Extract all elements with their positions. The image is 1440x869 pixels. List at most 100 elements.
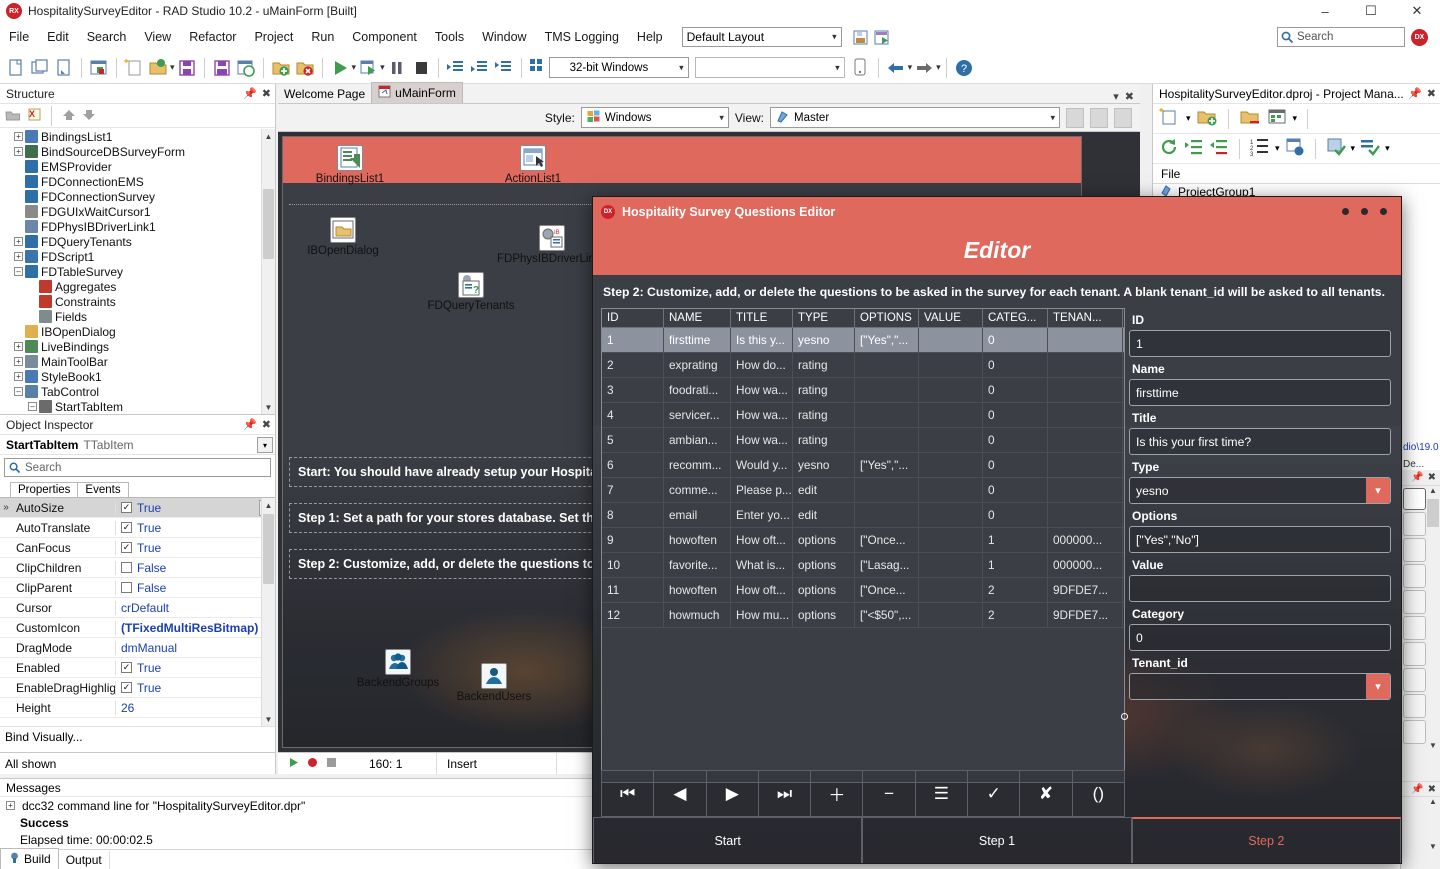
grid-cell[interactable]: 6 [602, 453, 664, 477]
grid-cell[interactable]: howoften [664, 578, 731, 602]
tab-umainform[interactable]: uMainForm [371, 82, 463, 103]
refresh-record-button[interactable]: () [1072, 771, 1124, 816]
open-file-icon[interactable] [147, 57, 169, 79]
platform-selector[interactable]: 32-bit Windows ▾ [548, 57, 689, 78]
grid-row[interactable]: 6 recomm... Would y... yesno ["Yes","... 0 [602, 453, 1124, 478]
grid-cell[interactable]: How oft... [731, 528, 793, 552]
grid-cell[interactable] [919, 378, 983, 402]
grid-column-header[interactable]: ID [602, 309, 664, 327]
grid-cell[interactable] [1048, 503, 1123, 527]
grid-cell[interactable] [1048, 378, 1123, 402]
view-options-icon[interactable] [1285, 137, 1305, 160]
grid-column-header[interactable]: CATEG... [983, 309, 1048, 327]
chevron-down-icon[interactable]: ▾ [936, 62, 941, 73]
delete-record-button[interactable]: − [863, 771, 916, 816]
grid-cell[interactable]: 4 [602, 403, 664, 427]
grid-row[interactable]: 12 howmuch How mu... options ["<$50",... 2 9DF… [602, 603, 1124, 628]
grid-cell[interactable]: edit [793, 503, 855, 527]
close-icon[interactable]: ✖ [1427, 87, 1436, 100]
add-project-icon[interactable] [1196, 107, 1218, 130]
grid-row[interactable]: 7 comme... Please p... edit 0 [602, 478, 1124, 503]
run-to-cursor-icon[interactable] [493, 57, 515, 79]
expander-icon[interactable]: – [14, 267, 23, 276]
move-up-icon[interactable] [61, 107, 77, 125]
maximize-button[interactable]: ☐ [1348, 0, 1394, 22]
minimize-button[interactable]: – [1302, 0, 1348, 22]
grid-column-header[interactable]: TENAN... [1048, 309, 1123, 327]
grid-cell[interactable]: 0 [983, 328, 1048, 352]
checkbox-icon[interactable]: ✓ [121, 502, 132, 513]
grid-column-header[interactable]: TITLE [731, 309, 793, 327]
open-project-icon[interactable] [88, 57, 110, 79]
dialog-tab-start[interactable]: Start [593, 817, 863, 863]
inspector-property-value[interactable]: ✓True▾ [116, 499, 275, 516]
grid-row[interactable]: 11 howoften How oft... options ["Once... 2 9DF… [602, 578, 1124, 603]
device-preview-icon[interactable] [850, 57, 872, 79]
grid-cell[interactable] [919, 528, 983, 552]
run-without-debugging-icon[interactable] [357, 57, 379, 79]
structure-tree-node[interactable]: FDGUIxWaitCursor1 [0, 204, 261, 219]
form-field-value-input[interactable] [1129, 575, 1391, 602]
remove-project-icon[interactable] [1239, 107, 1261, 130]
grid-cell[interactable]: 0 [983, 353, 1048, 377]
grid-cell[interactable]: 2 [602, 353, 664, 377]
grid-cell[interactable]: options [793, 578, 855, 602]
inspector-property-value[interactable]: crDefault [116, 601, 275, 615]
structure-tree-node[interactable]: + FDQueryTenants [0, 234, 261, 249]
checkbox-icon[interactable]: ✓ [121, 662, 132, 673]
edit-record-button[interactable]: ☰ [915, 771, 969, 816]
menu-item-refactor[interactable]: Refactor [180, 27, 245, 47]
chevron-down-icon[interactable]: ▾ [1293, 113, 1298, 124]
menu-item-search[interactable]: Search [78, 27, 136, 47]
inspector-property-value[interactable]: ✓ True [116, 541, 275, 555]
tab-list-icon[interactable]: ▾ [1113, 90, 1119, 103]
scroll-up-icon[interactable]: ▲ [1426, 797, 1440, 810]
stop-small-icon[interactable] [326, 757, 337, 771]
structure-tree-node[interactable]: – TabControl [0, 384, 261, 399]
add-to-project-icon[interactable] [270, 57, 292, 79]
chevron-down-icon[interactable]: ▾ [1385, 143, 1390, 154]
grid-cell[interactable]: ["Yes","... [855, 328, 919, 352]
questions-grid[interactable]: ID NAME TITLE TYPE OPTIONS VALUE CATEG... TENAN… [601, 308, 1125, 783]
move-down-icon[interactable] [81, 107, 97, 125]
grid-cell[interactable]: ["Lasag... [855, 553, 919, 577]
grid-cell[interactable] [919, 428, 983, 452]
grid-cell[interactable]: 0 [983, 428, 1048, 452]
form-field-id-input[interactable]: 1 [1129, 330, 1391, 357]
new-project-icon[interactable] [1159, 107, 1181, 130]
grid-cell[interactable] [919, 328, 983, 352]
grid-cell[interactable]: 1 [983, 528, 1048, 552]
grid-cell[interactable]: edit [793, 478, 855, 502]
menu-item-window[interactable]: Window [473, 27, 535, 47]
first-record-button[interactable]: ⏮ [602, 771, 655, 816]
grid-cell[interactable]: 000000... [1048, 528, 1123, 552]
inspector-property-value[interactable]: False [116, 561, 275, 575]
view-selector[interactable]: Master ▾ [770, 107, 1060, 128]
pin-icon[interactable]: 📌 [243, 418, 257, 431]
grid-cell[interactable]: How wa... [731, 378, 793, 402]
grid-cell[interactable] [1048, 478, 1123, 502]
grid-cell[interactable]: 9DFDE7... [1048, 578, 1123, 602]
grid-row[interactable]: 3 foodrati... How wa... rating 0 [602, 378, 1124, 403]
grid-cell[interactable]: firsttime [664, 328, 731, 352]
delete-node-icon[interactable] [4, 107, 21, 125]
scrollbar-thumb[interactable] [263, 189, 274, 259]
layout-selector[interactable]: Default Layout ▾ [681, 27, 842, 47]
menu-item-edit[interactable]: Edit [38, 27, 78, 47]
form-field-category-input[interactable]: 0 [1129, 624, 1391, 651]
inspector-property-value[interactable]: dmManual [116, 641, 275, 655]
survey-questions-editor-dialog[interactable]: DX Hospitality Survey Questions Editor E… [592, 196, 1402, 864]
grid-cell[interactable]: 10 [602, 553, 664, 577]
pin-icon[interactable]: 📌 [1411, 784, 1423, 795]
structure-tree-node[interactable]: FDPhysIBDriverLink1 [0, 219, 261, 234]
grid-cell[interactable]: 2 [983, 578, 1048, 602]
structure-tree-node[interactable]: – FDTableSurvey [0, 264, 261, 279]
grid-row[interactable]: 1 firsttime Is this y... yesno ["Yes","... 0 [602, 328, 1124, 353]
checkbox-icon[interactable] [121, 562, 132, 573]
grid-cell[interactable] [855, 403, 919, 427]
chevron-down-icon[interactable]: ▾ [1351, 143, 1356, 154]
last-record-button[interactable]: ⏭ [758, 771, 812, 816]
dock-item[interactable] [1403, 668, 1426, 692]
scrollbar-thumb[interactable] [1427, 499, 1439, 527]
save-layout-icon[interactable] [852, 29, 869, 46]
